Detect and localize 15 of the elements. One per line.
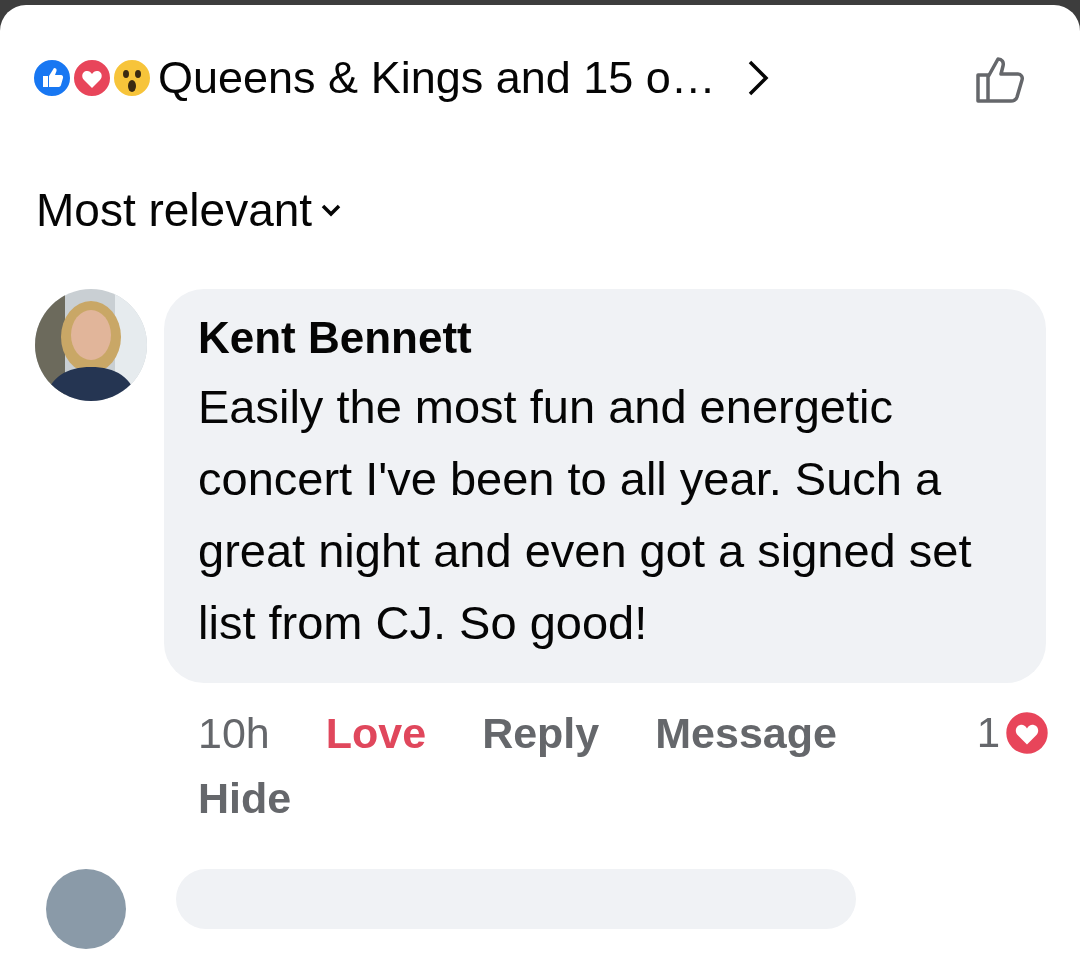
react-button[interactable]: Love (325, 709, 427, 758)
comment-action-button[interactable]: Message (655, 709, 837, 758)
sort-dropdown[interactable]: Most relevant (36, 183, 343, 237)
comment-action-button[interactable]: Reply (482, 709, 600, 758)
reaction-count: 1 (976, 709, 1000, 757)
reactions-summary[interactable]: Queens & Kings and 15 o… (158, 52, 716, 104)
author-name[interactable]: Kent Bennett (198, 313, 1016, 363)
like-reaction-icon (32, 58, 72, 98)
love-reaction-icon (1004, 710, 1050, 756)
comment-text: Easily the most fun and energetic concert I've been to all year. Such a great night and even got a signed set list from CJ. So good! (198, 379, 973, 651)
timestamp[interactable]: 10h (198, 709, 270, 758)
caret-icon (320, 203, 343, 217)
love-reaction-icon (72, 58, 112, 98)
wow-reaction-icon (112, 58, 152, 98)
comment-action-button[interactable]: Hide (198, 774, 292, 823)
